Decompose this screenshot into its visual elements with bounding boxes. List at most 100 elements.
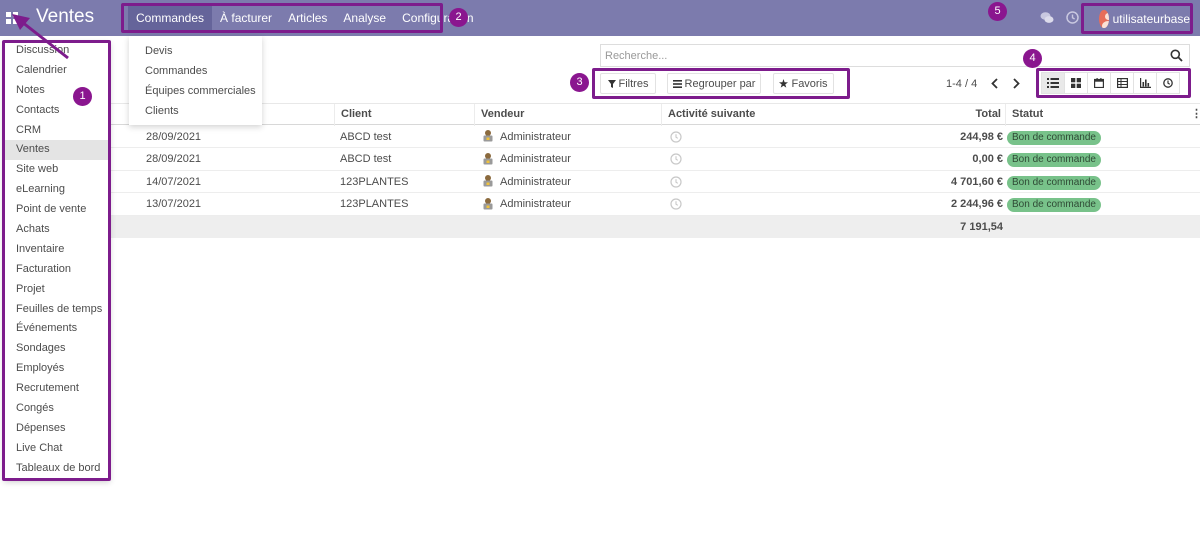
table-header: Client Vendeur Activité suivante Total S… (110, 103, 1200, 126)
column-total[interactable]: Total (841, 104, 1005, 126)
app-ventes[interactable]: Ventes (4, 140, 110, 161)
activity-view-button[interactable] (1156, 72, 1180, 94)
filter-icon (607, 79, 616, 88)
app-recrutement[interactable]: Recrutement (4, 379, 110, 399)
app-site-web[interactable]: Site web (4, 160, 110, 180)
list-icon (1047, 78, 1059, 88)
table-row[interactable]: 28/09/2021 ABCD test Administrateur 244,… (110, 126, 1200, 148)
filters-button[interactable]: Filtres (600, 73, 656, 94)
group-by-button[interactable]: Regrouper par (667, 73, 761, 94)
table-row[interactable]: 28/09/2021 ABCD test Administrateur 0,00… (110, 148, 1200, 171)
favorites-label: Favoris (791, 77, 828, 90)
calendar-view-button[interactable] (1087, 72, 1111, 94)
table-row[interactable]: 13/07/2021 123PLANTES Administrateur 2 2… (110, 193, 1200, 216)
submenu-equipes-commerciales[interactable]: Équipes commerciales (129, 81, 262, 101)
row-total: 2 244,96 € (951, 198, 1003, 210)
row-status: Bon de commande (1007, 171, 1101, 193)
top-navbar: Ventes Commandes À facturer Articles Ana… (0, 0, 1200, 36)
activity-clock-icon[interactable] (1066, 11, 1079, 24)
calendar-icon (1094, 78, 1104, 88)
annotation-badge-1: 1 (73, 87, 92, 106)
app-live-chat[interactable]: Live Chat (4, 439, 110, 459)
user-menu[interactable]: utilisateurbase (1085, 6, 1190, 31)
app-inventaire[interactable]: Inventaire (4, 240, 110, 260)
row-client: ABCD test (340, 153, 392, 165)
kanban-icon (1071, 78, 1081, 88)
row-date: 28/09/2021 (146, 130, 202, 143)
app-achats[interactable]: Achats (4, 220, 110, 240)
status-badge: Bon de commande (1007, 198, 1101, 212)
search-input[interactable] (601, 45, 1161, 66)
column-next-activity[interactable]: Activité suivante (661, 104, 841, 126)
menu-a-facturer[interactable]: À facturer (212, 6, 280, 31)
app-feuilles-de-temps[interactable]: Feuilles de temps (4, 300, 110, 320)
row-client: 123PLANTES (340, 198, 409, 210)
activity-clock-icon[interactable] (670, 175, 682, 188)
avatar (1099, 9, 1109, 28)
chat-icon[interactable] (1040, 11, 1054, 25)
pager-value[interactable]: 1-4 / 4 (946, 78, 977, 90)
activity-clock-icon[interactable] (670, 130, 682, 143)
bar-chart-icon (1139, 78, 1151, 88)
list-view-button[interactable] (1041, 72, 1065, 94)
group-by-label: Regrouper par (684, 77, 756, 90)
app-elearning[interactable]: eLearning (4, 180, 110, 200)
row-status: Bon de commande (1007, 126, 1101, 148)
app-evenements[interactable]: Événements (4, 319, 110, 339)
row-date: 14/07/2021 (146, 175, 202, 188)
favorites-button[interactable]: Favoris (773, 73, 834, 94)
graph-view-button[interactable] (1133, 72, 1157, 94)
status-badge: Bon de commande (1007, 175, 1101, 190)
row-total: 0,00 € (972, 153, 1003, 165)
app-conges[interactable]: Congés (4, 399, 110, 419)
bars-icon (672, 79, 682, 88)
user-avatar-icon (483, 130, 493, 142)
commandes-dropdown: Devis Commandes Équipes commerciales Cli… (129, 36, 262, 125)
user-avatar-icon (483, 152, 493, 165)
search-icon[interactable] (1170, 49, 1183, 62)
sum-total: 7 191,54 (960, 221, 1003, 233)
annotation-badge-2: 2 (449, 8, 468, 27)
column-status[interactable]: Statut (1005, 104, 1190, 126)
activity-clock-icon[interactable] (670, 198, 682, 210)
column-client[interactable]: Client (334, 104, 480, 126)
submenu-clients[interactable]: Clients (129, 101, 262, 121)
main-menu: Commandes À facturer Articles Analyse Co… (128, 6, 482, 31)
app-point-de-vente[interactable]: Point de vente (4, 200, 110, 220)
app-tableaux-de-bord[interactable]: Tableaux de bord (4, 459, 110, 479)
clock-icon (1163, 78, 1173, 88)
app-projet[interactable]: Projet (4, 280, 110, 300)
kanban-view-button[interactable] (1064, 72, 1088, 94)
chevron-right-icon[interactable] (1010, 77, 1022, 90)
table-footer: 7 191,54 (110, 216, 1200, 238)
row-salesperson: Administrateur (482, 171, 571, 193)
app-facturation[interactable]: Facturation (4, 260, 110, 280)
table-row[interactable]: 14/07/2021 123PLANTES Administrateur 4 7… (110, 171, 1200, 193)
submenu-devis[interactable]: Devis (129, 41, 262, 61)
user-avatar-icon (483, 175, 493, 187)
app-notes[interactable]: Notes (4, 81, 110, 101)
column-salesperson[interactable]: Vendeur (474, 104, 661, 126)
app-depenses[interactable]: Dépenses (4, 419, 110, 439)
column-options-icon[interactable]: ⋮ (1187, 104, 1200, 126)
app-contacts[interactable]: Contacts (4, 101, 110, 121)
menu-configuration[interactable]: Configuration (394, 6, 481, 31)
menu-articles[interactable]: Articles (280, 6, 335, 31)
menu-commandes[interactable]: Commandes (128, 6, 213, 31)
pivot-view-button[interactable] (1110, 72, 1134, 94)
row-client: 123PLANTES (340, 175, 409, 188)
row-date: 13/07/2021 (146, 198, 202, 210)
row-status: Bon de commande (1007, 148, 1101, 170)
annotation-arrow-icon (12, 14, 69, 60)
app-employes[interactable]: Employés (4, 359, 110, 379)
status-badge: Bon de commande (1007, 153, 1101, 167)
app-sondages[interactable]: Sondages (4, 339, 110, 359)
submenu-commandes[interactable]: Commandes (129, 61, 262, 81)
screen: Ventes Commandes À facturer Articles Ana… (0, 0, 1200, 557)
row-salesperson: Administrateur (482, 193, 571, 215)
menu-analyse[interactable]: Analyse (335, 6, 394, 31)
app-crm[interactable]: CRM (4, 121, 110, 141)
table-icon (1116, 78, 1128, 88)
chevron-left-icon[interactable] (989, 77, 1001, 90)
activity-clock-icon[interactable] (670, 153, 682, 165)
